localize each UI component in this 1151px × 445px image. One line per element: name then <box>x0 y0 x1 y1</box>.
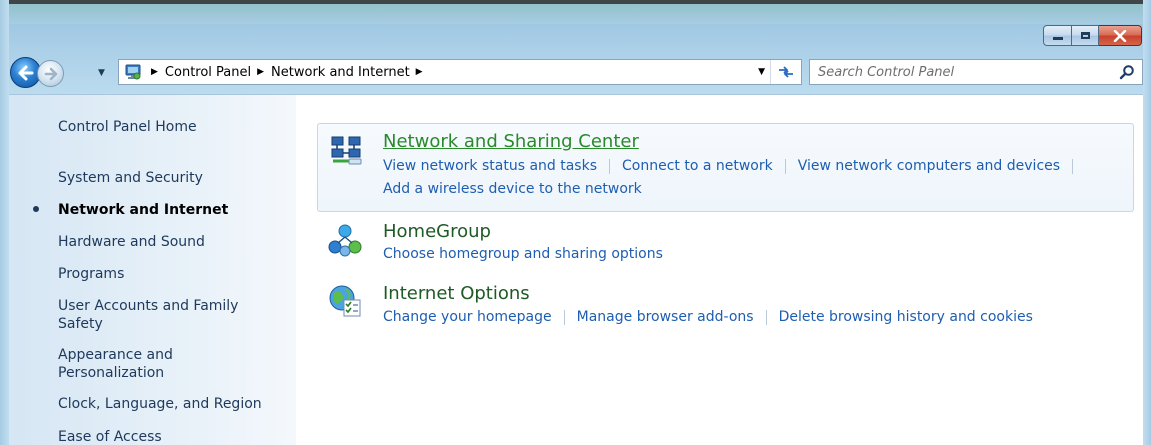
homegroup-tasks: Choose homegroup and sharing options <box>383 246 663 262</box>
sidebar-item-system-and-security[interactable]: System and Security <box>58 169 203 187</box>
maximize-button[interactable] <box>1072 25 1099 46</box>
network-icon <box>331 136 362 165</box>
add-wireless-device-link[interactable]: Add a wireless device to the network <box>383 181 642 197</box>
choose-homegroup-options-link[interactable]: Choose homegroup and sharing options <box>383 246 663 262</box>
control-panel-icon <box>125 64 141 80</box>
search-icon[interactable] <box>1119 64 1135 80</box>
sidebar-item-network-and-internet: Network and Internet <box>58 202 229 218</box>
sidebar-item-user-accounts[interactable]: User Accounts and Family Safety <box>58 297 278 333</box>
arrow-right-icon <box>44 67 57 80</box>
manage-add-ons-link[interactable]: Manage browser add-ons <box>577 309 754 325</box>
view-network-status-link[interactable]: View network status and tasks <box>383 158 597 174</box>
window-left-border <box>0 0 9 445</box>
navigation-bar: ▼ ▶ Control Panel ▶ Network and Internet… <box>9 52 1143 94</box>
sidebar-item-programs[interactable]: Programs <box>58 265 124 283</box>
change-homepage-link[interactable]: Change your homepage <box>383 309 552 325</box>
sidebar-item-ease-of-access[interactable]: Ease of Access <box>58 428 162 445</box>
refresh-icon <box>779 66 793 78</box>
network-and-sharing-center-tasks: View network status and tasks Connect to… <box>383 158 1085 174</box>
close-icon <box>1113 29 1127 42</box>
breadcrumb-control-panel[interactable]: Control Panel <box>165 65 251 80</box>
delete-browsing-history-link[interactable]: Delete browsing history and cookies <box>779 309 1033 325</box>
link-separator <box>784 158 786 174</box>
forward-button[interactable] <box>37 60 64 87</box>
maximize-icon <box>1080 32 1090 39</box>
search-box <box>809 59 1143 85</box>
caption-buttons <box>1043 25 1142 46</box>
view-network-computers-link[interactable]: View network computers and devices <box>798 158 1060 174</box>
sidebar: Control Panel Home System and Security N… <box>9 95 296 445</box>
chevron-right-icon[interactable]: ▶ <box>151 67 158 77</box>
link-separator <box>1072 158 1074 174</box>
title-bar-glow <box>0 4 1151 24</box>
link-separator <box>765 309 767 325</box>
refresh-button[interactable] <box>770 60 801 84</box>
breadcrumb-network-and-internet[interactable]: Network and Internet <box>271 65 410 80</box>
sidebar-item-appearance[interactable]: Appearance and Personalization <box>58 346 278 382</box>
link-separator <box>609 158 610 174</box>
sidebar-item-hardware-and-sound[interactable]: Hardware and Sound <box>58 233 205 251</box>
connect-to-network-link[interactable]: Connect to a network <box>622 158 773 174</box>
address-history-dropdown[interactable]: ▼ <box>758 67 765 77</box>
chevron-right-icon[interactable]: ▶ <box>416 67 423 77</box>
search-input[interactable] <box>818 60 1108 84</box>
internet-options-link[interactable]: Internet Options <box>383 283 530 304</box>
address-bar[interactable]: ▶ Control Panel ▶ Network and Internet ▶… <box>118 59 802 85</box>
close-button[interactable] <box>1099 25 1142 46</box>
chevron-right-icon[interactable]: ▶ <box>257 67 264 77</box>
homegroup-icon <box>328 224 362 257</box>
homegroup-link[interactable]: HomeGroup <box>383 221 491 242</box>
main-panel: Network and Sharing Center View network … <box>317 95 1143 445</box>
recent-pages-dropdown[interactable]: ▼ <box>98 68 105 78</box>
internet-options-tasks: Change your homepage Manage browser add-… <box>383 309 1033 325</box>
breadcrumb: ▶ Control Panel ▶ Network and Internet ▶ <box>149 60 430 84</box>
sidebar-item-clock-language-region[interactable]: Clock, Language, and Region <box>58 395 262 413</box>
minimize-icon <box>1052 37 1063 40</box>
window-right-border <box>1143 0 1151 445</box>
control-panel-window: ▼ ▶ Control Panel ▶ Network and Internet… <box>0 0 1151 445</box>
network-and-sharing-center-tasks-2: Add a wireless device to the network <box>383 181 642 197</box>
minimize-button[interactable] <box>1043 25 1072 46</box>
link-separator <box>563 309 565 325</box>
internet-options-icon <box>329 285 361 317</box>
content-area: Control Panel Home System and Security N… <box>9 94 1143 445</box>
arrow-left-icon <box>18 65 33 80</box>
sidebar-item-control-panel-home[interactable]: Control Panel Home <box>58 118 197 136</box>
current-item-bullet <box>33 206 39 212</box>
network-and-sharing-center-link[interactable]: Network and Sharing Center <box>383 131 639 152</box>
